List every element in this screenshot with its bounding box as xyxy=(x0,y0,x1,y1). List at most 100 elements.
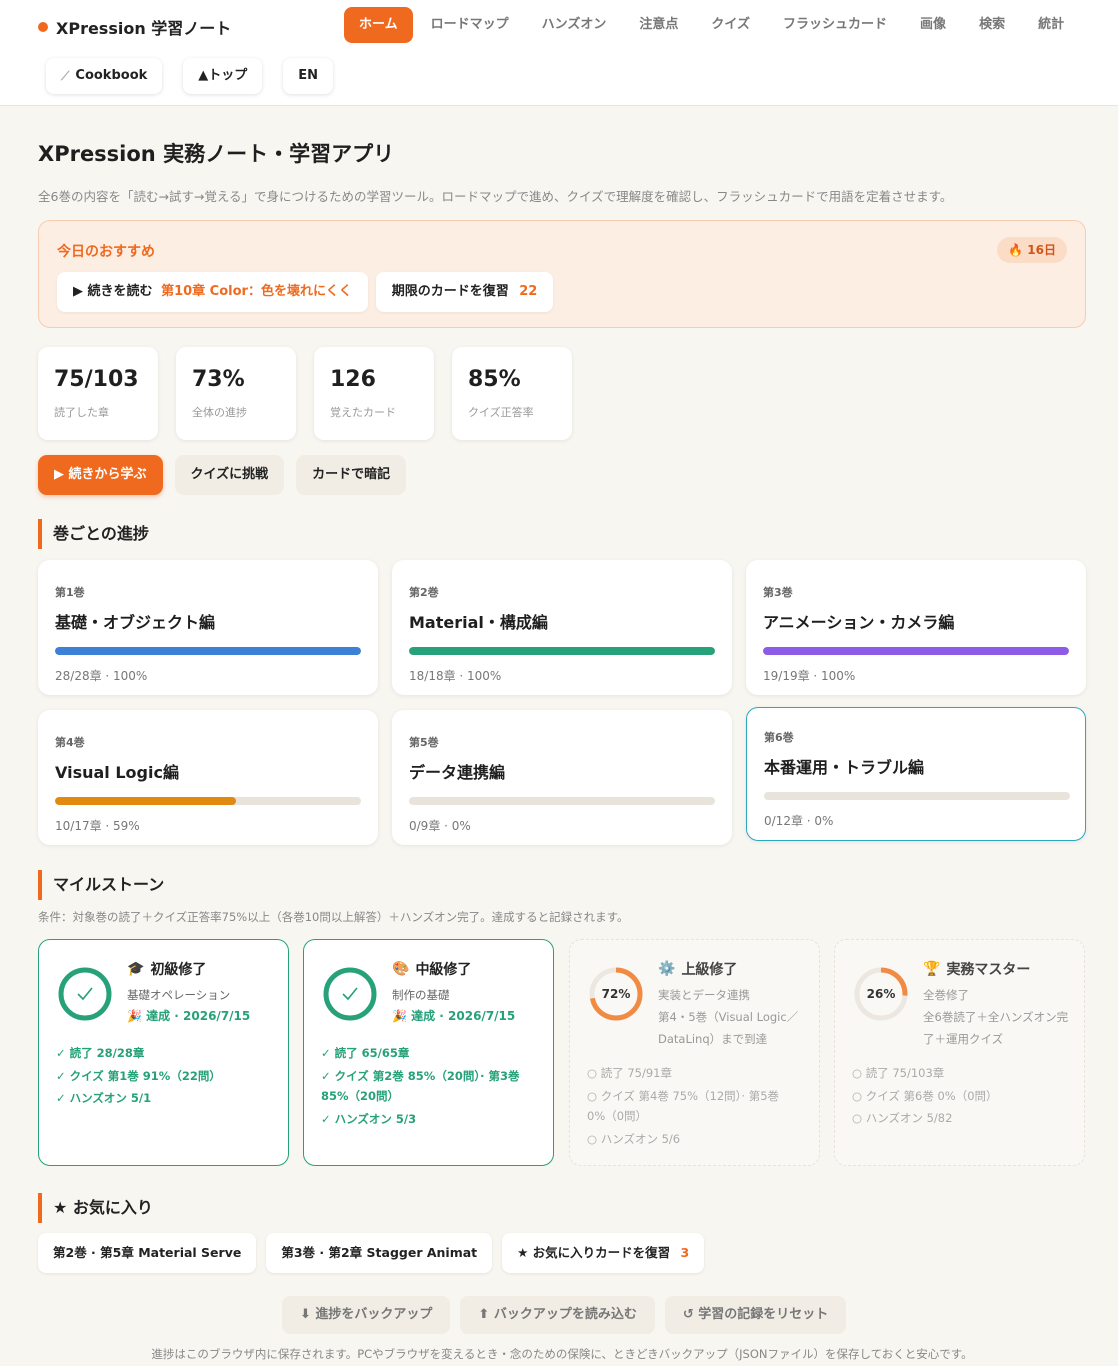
volume-meta: 18/18章 · 100% xyxy=(409,669,502,683)
main-nav: ホーム ロードマップ ハンズオン 注意点 クイズ フラッシュカード 画像 検索 … xyxy=(344,7,1082,43)
volume-progress-bar xyxy=(55,647,361,655)
graduation-cap-icon: 🎓 xyxy=(127,961,145,977)
milestone-title-row: 🎨 中級修了 xyxy=(392,959,471,979)
criteria-item: ✓ ハンズオン 5/3 xyxy=(321,1111,417,1126)
volume-title: アニメーション・カメラ編 xyxy=(763,613,955,632)
volume-card[interactable]: 第4巻 Visual Logic編 10/17章 · 59% xyxy=(38,710,378,845)
milestone-criteria: ✓ 読了 28/28章 ✓ クイズ 第1巻 91%（22問） ✓ ハンズオン 5… xyxy=(56,1043,276,1111)
milestone-subtitle: 全巻修了 全6巻読了＋全ハンズオン完了＋運用クイズ xyxy=(923,984,1073,1050)
milestone-title: 実務マスター xyxy=(946,962,1031,978)
nav-quiz[interactable]: クイズ xyxy=(696,7,765,43)
stat-value: 75/103 xyxy=(54,367,139,392)
favorite-item[interactable]: 第3巻 · 第2章 Stagger Animat xyxy=(266,1233,493,1273)
milestone-subtitle-main: 全巻修了 xyxy=(923,988,969,1002)
review-favorites-button[interactable]: ★ お気に入りカードを復習 3 xyxy=(502,1233,705,1273)
restore-button[interactable]: ⬆ バックアップを読み込む xyxy=(460,1296,655,1334)
volume-number: 第3巻 xyxy=(763,586,793,599)
streak-badge: 🔥 16日 xyxy=(997,237,1067,263)
progress-ring: 26% xyxy=(854,967,908,1021)
milestone-subtitle-detail: 第4・5巻（Visual Logic／DataLinq）まで到達 xyxy=(658,1010,799,1046)
criteria-item: ○ 読了 75/91章 xyxy=(587,1066,672,1080)
volume-progress-fill xyxy=(763,647,1069,655)
volume-title: データ連携編 xyxy=(409,763,506,782)
stat-card: 75/103 読了した章 xyxy=(38,347,158,440)
nav-roadmap[interactable]: ロードマップ xyxy=(416,7,524,43)
milestone-card: 26% 🏆 実務マスター 全巻修了 全6巻読了＋全ハンズオン完了＋運用クイズ ○… xyxy=(834,939,1085,1166)
milestone-title: 初級修了 xyxy=(150,962,207,978)
volume-progress-fill xyxy=(409,647,715,655)
milestone-title-row: 🏆 実務マスター xyxy=(923,959,1030,979)
milestone-card: 72% ⚙️ 上級修了 実装とデータ連携 第4・5巻（Visual Logic／… xyxy=(569,939,820,1166)
volume-meta: 0/12章 · 0% xyxy=(764,814,834,828)
volume-progress-bar xyxy=(764,792,1070,800)
card-memorize-button[interactable]: カードで暗記 xyxy=(296,455,407,495)
milestone-achieved: 🎉 達成 · 2026/7/15 xyxy=(127,1009,251,1023)
sub-nav: ⟋ Cookbook ▲トップ EN xyxy=(46,58,334,94)
volume-number: 第1巻 xyxy=(55,586,85,599)
stat-label: クイズ正答率 xyxy=(468,406,534,419)
palette-icon: 🎨 xyxy=(392,961,410,977)
stat-card: 73% 全体の進捗 xyxy=(176,347,296,440)
nav-images[interactable]: 画像 xyxy=(905,7,961,43)
nav-stats[interactable]: 統計 xyxy=(1023,7,1079,43)
volume-progress-fill xyxy=(55,647,361,655)
wand-icon: ⟋ xyxy=(61,69,70,83)
quiz-challenge-button[interactable]: クイズに挑戦 xyxy=(174,455,285,495)
volume-card[interactable]: 第3巻 アニメーション・カメラ編 19/19章 · 100% xyxy=(746,560,1086,695)
top-button[interactable]: ▲トップ xyxy=(183,58,263,94)
continue-learning-button[interactable]: ▶ 続きから学ぶ xyxy=(38,455,163,495)
stat-label: 全体の進捗 xyxy=(192,406,247,419)
volumes-heading: 巻ごとの進捗 xyxy=(38,519,149,549)
volume-card[interactable]: 第2巻 Material・構成編 18/18章 · 100% xyxy=(392,560,732,695)
check-ring-icon xyxy=(323,967,377,1021)
progress-ring-label: 72% xyxy=(602,987,631,1001)
milestone-condition: 条件：対象巻の読了＋クイズ正答率75%以上（各巻10問以上解答）＋ハンズオン完了… xyxy=(38,910,629,924)
fire-icon: 🔥 xyxy=(1008,243,1024,257)
volume-number: 第6巻 xyxy=(764,731,794,744)
nav-search[interactable]: 検索 xyxy=(964,7,1020,43)
volume-progress-bar xyxy=(409,797,715,805)
brand[interactable]: XPression 学習ノート xyxy=(38,15,231,39)
milestone-criteria: ✓ 読了 65/65章 ✓ クイズ 第2巻 85%（20問）· 第3巻 85%（… xyxy=(321,1043,541,1131)
milestone-criteria: ○ 読了 75/91章 ○ クイズ 第4巻 75%（12問）· 第5巻 0%（0… xyxy=(587,1063,807,1151)
continue-reading-button[interactable]: ▶ 続きを読む 第10章 Color：色を壊れにくく xyxy=(57,272,368,312)
volume-progress-fill xyxy=(55,797,236,805)
stat-card: 126 覚えたカード xyxy=(314,347,434,440)
review-due-cards-button[interactable]: 期限のカードを復習 22 xyxy=(375,272,554,312)
volume-meta: 28/28章 · 100% xyxy=(55,669,148,683)
milestone-subtitle: 制作の基礎 xyxy=(392,988,450,1002)
stat-value: 73% xyxy=(192,367,245,392)
progress-ring: 72% xyxy=(589,967,643,1021)
nav-flashcards[interactable]: フラッシュカード xyxy=(768,7,902,43)
volume-card[interactable]: 第5巻 データ連携編 0/9章 · 0% xyxy=(392,710,732,845)
cookbook-button[interactable]: ⟋ Cookbook xyxy=(46,58,163,94)
volume-progress-bar xyxy=(55,797,361,805)
criteria-item: ✓ クイズ 第2巻 85%（20問）· 第3巻 85%（20問） xyxy=(321,1068,520,1104)
favorite-item[interactable]: 第2巻 · 第5章 Material Serve xyxy=(38,1233,257,1273)
volume-card[interactable]: 第1巻 基礎・オブジェクト編 28/28章 · 100% xyxy=(38,560,378,695)
volume-card-current[interactable]: 第6巻 本番運用・トラブル編 0/12章 · 0% xyxy=(746,707,1086,841)
milestone-title-row: 🎓 初級修了 xyxy=(127,959,206,979)
volume-progress-bar xyxy=(409,647,715,655)
volume-title: 基礎・オブジェクト編 xyxy=(55,613,216,632)
volume-title: Material・構成編 xyxy=(409,613,548,632)
volume-meta: 10/17章 · 59% xyxy=(55,819,140,833)
reset-button[interactable]: ↺ 学習の記録をリセット xyxy=(664,1296,847,1334)
continue-reading-prefix: ▶ 続きを読む xyxy=(73,284,153,299)
lang-button[interactable]: EN xyxy=(283,58,334,94)
criteria-item: ○ ハンズオン 5/82 xyxy=(852,1111,953,1125)
milestones-heading: マイルストーン xyxy=(38,870,164,900)
volume-title: 本番運用・トラブル編 xyxy=(764,758,925,777)
volume-meta: 19/19章 · 100% xyxy=(763,669,856,683)
nav-home[interactable]: ホーム xyxy=(344,7,413,43)
milestone-subtitle: 実装とデータ連携 第4・5巻（Visual Logic／DataLinq）まで到… xyxy=(658,984,808,1050)
page-description: 全6巻の内容を「読む→試す→覚える」で身につけるための学習ツール。ロードマップで… xyxy=(38,189,953,204)
backup-button[interactable]: ⬇ 進捗をバックアップ xyxy=(282,1296,451,1334)
review-due-count: 22 xyxy=(519,284,538,299)
nav-handson[interactable]: ハンズオン xyxy=(527,7,622,43)
nav-cautions[interactable]: 注意点 xyxy=(624,7,693,43)
milestone-achieved: 🎉 達成 · 2026/7/15 xyxy=(392,1009,516,1023)
criteria-item: ✓ 読了 65/65章 xyxy=(321,1046,410,1060)
volume-meta: 0/9章 · 0% xyxy=(409,819,471,833)
brand-dot-icon xyxy=(38,22,48,32)
